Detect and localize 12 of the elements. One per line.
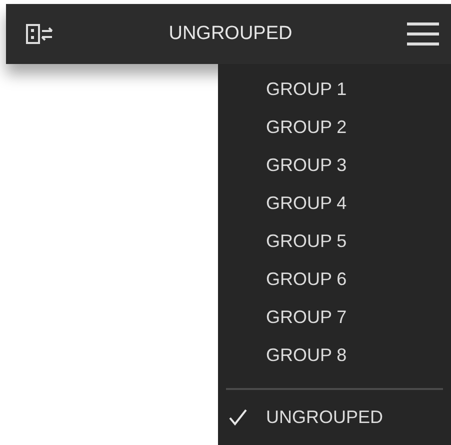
menu-item[interactable]: GROUP 1 xyxy=(218,70,451,108)
menu-icon[interactable] xyxy=(407,21,439,47)
menu-item[interactable]: GROUP 3 xyxy=(218,146,451,184)
panel-swap-icon[interactable] xyxy=(26,23,54,45)
menu-item[interactable]: GROUP 6 xyxy=(218,260,451,298)
menu-item[interactable]: GROUP 7 xyxy=(218,298,451,336)
menu-item[interactable]: GROUP 4 xyxy=(218,184,451,222)
header-title: UNGROUPED xyxy=(168,23,294,45)
menu-item[interactable]: GROUP 8 xyxy=(218,336,451,374)
menu-item[interactable]: GROUP 2 xyxy=(218,108,451,146)
menu-item[interactable]: GROUP 5 xyxy=(218,222,451,260)
menu-item[interactable]: UNGROUPED xyxy=(218,398,451,436)
